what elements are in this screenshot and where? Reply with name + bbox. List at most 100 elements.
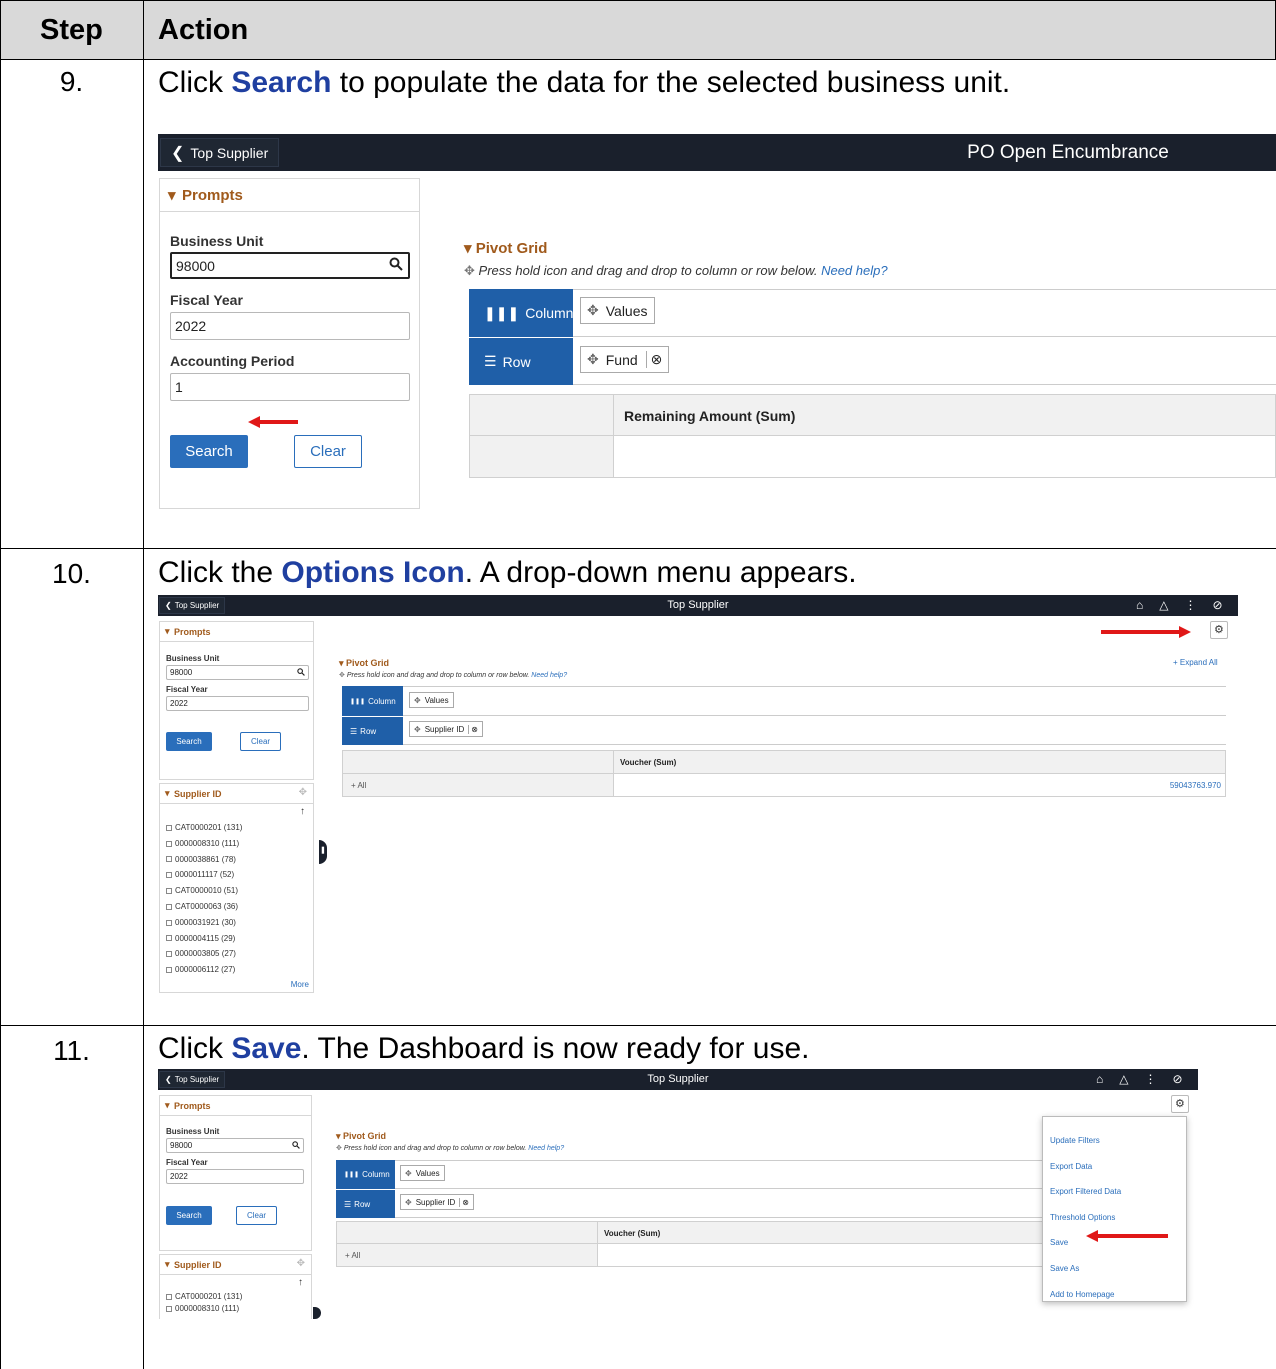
checkbox[interactable]: [166, 919, 172, 926]
menu-item-export-data[interactable]: Export Data: [1050, 1154, 1121, 1180]
checkbox[interactable]: [166, 888, 172, 895]
remove-circle-icon[interactable]: ⊗: [459, 1197, 469, 1207]
all-row-label[interactable]: + All: [351, 781, 366, 790]
values-chip[interactable]: ✥ Values: [409, 692, 454, 708]
checkbox[interactable]: [166, 856, 172, 863]
supplier-list-item[interactable]: 0000008310 (111): [166, 1303, 242, 1315]
menu-item-save-as[interactable]: Save As: [1050, 1256, 1121, 1282]
supplier-filter-header[interactable]: ▾ Supplier ID ✥: [160, 1255, 311, 1275]
need-help-link[interactable]: Need help?: [528, 1145, 564, 1152]
fiscal-year-input[interactable]: 2022: [166, 696, 309, 711]
supplier-list-item[interactable]: 0000011117 (52): [166, 867, 242, 883]
need-help-link[interactable]: Need help?: [531, 672, 567, 679]
supplier-list-item[interactable]: 0000031921 (30): [166, 915, 242, 931]
checkbox[interactable]: [166, 872, 172, 879]
pivot-grid-title[interactable]: ▾ Pivot Grid: [464, 239, 547, 257]
drag-handle-icon[interactable]: ✥: [299, 787, 307, 798]
remove-circle-icon[interactable]: ⊗: [468, 724, 478, 734]
fiscal-year-input[interactable]: 2022: [166, 1169, 304, 1184]
checkbox[interactable]: [166, 951, 172, 958]
supplier-id-chip[interactable]: ✥ Supplier ID ⊗: [409, 721, 483, 737]
search-icon[interactable]: [297, 668, 305, 678]
sort-icon[interactable]: ↑: [300, 806, 305, 817]
checkbox[interactable]: [166, 935, 172, 942]
menu-item-threshold-options[interactable]: Threshold Options: [1050, 1205, 1121, 1231]
supplier-list-item[interactable]: 0000008310 (111): [166, 836, 242, 852]
options-gear-button[interactable]: ⚙: [1171, 1095, 1189, 1113]
sort-icon[interactable]: ↑: [298, 1277, 303, 1288]
collapse-handle[interactable]: ❚: [319, 840, 327, 864]
drag-handle-icon[interactable]: ✥: [414, 725, 421, 734]
search-button[interactable]: Search: [170, 435, 248, 468]
more-link[interactable]: More: [291, 980, 309, 989]
bell-icon[interactable]: △: [1119, 1072, 1128, 1086]
drag-handle-icon[interactable]: ✥: [587, 351, 599, 368]
values-chip[interactable]: ✥ Values: [580, 297, 655, 324]
values-chip-label: Values: [605, 302, 648, 319]
options-gear-button[interactable]: ⚙: [1210, 621, 1228, 639]
values-chip[interactable]: ✥ Values: [400, 1165, 445, 1181]
pivot-grid-title[interactable]: ▾ Pivot Grid: [339, 658, 389, 669]
supplier-list-item[interactable]: 0000038861 (78): [166, 852, 242, 868]
supplier-list-item[interactable]: CAT0000063 (36): [166, 899, 242, 915]
table-row-cell[interactable]: + All: [342, 773, 614, 797]
home-icon[interactable]: ⌂: [1136, 598, 1143, 612]
bell-icon[interactable]: △: [1159, 598, 1168, 612]
business-unit-input[interactable]: 98000: [170, 252, 410, 279]
expand-all-link[interactable]: + Expand All: [1173, 658, 1218, 667]
clear-button[interactable]: Clear: [236, 1206, 277, 1225]
column-drop-row[interactable]: [342, 686, 1226, 716]
supplier-list-item[interactable]: 0000006112 (27): [166, 962, 242, 978]
supplier-id-chip[interactable]: ✥ Supplier ID ⊗: [400, 1194, 474, 1210]
drag-handle-icon[interactable]: ✥: [405, 1198, 412, 1207]
supplier-list-item[interactable]: CAT0000201 (131): [166, 820, 242, 836]
checkbox[interactable]: [166, 824, 172, 831]
prompts-header[interactable]: ▾ Prompts: [160, 622, 313, 642]
menu-item-export-filtered-data[interactable]: Export Filtered Data: [1050, 1179, 1121, 1205]
need-help-link[interactable]: Need help?: [821, 263, 888, 278]
business-unit-input[interactable]: 98000: [166, 665, 309, 680]
supplier-list-item[interactable]: 0000004115 (29): [166, 931, 242, 947]
circle-slash-icon[interactable]: ⊘: [1212, 598, 1222, 612]
remove-circle-icon[interactable]: ⊗: [645, 351, 662, 368]
all-row-label[interactable]: + All: [345, 1251, 360, 1260]
business-unit-input[interactable]: 98000: [166, 1138, 304, 1153]
menu-item-update-filters[interactable]: Update Filters: [1050, 1128, 1121, 1154]
supplier-list-item[interactable]: CAT0000010 (51): [166, 883, 242, 899]
drag-handle-icon[interactable]: ✥: [414, 696, 421, 705]
drag-handle-icon[interactable]: ✥: [405, 1169, 412, 1178]
back-button[interactable]: ❮ Top Supplier: [160, 138, 280, 167]
checkbox[interactable]: [166, 840, 172, 847]
back-button[interactable]: ❮ Top Supplier: [159, 1071, 226, 1088]
circle-slash-icon[interactable]: ⊘: [1172, 1072, 1182, 1086]
supplier-list-item[interactable]: CAT0000201 (131): [166, 1291, 242, 1303]
checkbox[interactable]: [166, 1305, 172, 1312]
pivot-grid-title[interactable]: ▾ Pivot Grid: [336, 1131, 386, 1142]
clear-button[interactable]: Clear: [294, 435, 362, 468]
table-row-cell[interactable]: + All: [336, 1243, 598, 1267]
fiscal-year-input[interactable]: 2022: [170, 312, 410, 340]
search-icon[interactable]: [389, 257, 403, 274]
home-icon[interactable]: ⌂: [1096, 1072, 1103, 1086]
accounting-period-input[interactable]: 1: [170, 373, 410, 401]
back-button[interactable]: ❮ Top Supplier: [159, 597, 226, 614]
kebab-menu-icon[interactable]: ⋮: [1184, 598, 1196, 612]
drag-handle-icon[interactable]: ✥: [587, 302, 599, 319]
search-icon[interactable]: [292, 1141, 300, 1151]
search-button[interactable]: Search: [166, 1206, 212, 1225]
checkbox[interactable]: [166, 1293, 172, 1300]
supplier-list-item[interactable]: 0000003805 (27): [166, 946, 242, 962]
menu-item-add-to-homepage[interactable]: Add to Homepage: [1050, 1282, 1121, 1308]
clear-button[interactable]: Clear: [240, 732, 281, 751]
supplier-filter-header[interactable]: ▾ Supplier ID ✥: [160, 784, 313, 804]
prompts-header[interactable]: ▾ Prompts: [160, 1096, 311, 1116]
prompts-header[interactable]: ▾ Prompts: [160, 179, 419, 212]
drag-handle-icon[interactable]: ✥: [297, 1258, 305, 1269]
voucher-total-value[interactable]: 59043763.970: [1170, 781, 1221, 790]
checkbox[interactable]: [166, 967, 172, 974]
search-button[interactable]: Search: [166, 732, 212, 751]
fund-chip[interactable]: ✥ Fund ⊗: [580, 346, 670, 373]
kebab-menu-icon[interactable]: ⋮: [1144, 1072, 1156, 1086]
checkbox[interactable]: [166, 903, 172, 910]
collapse-handle[interactable]: [313, 1307, 321, 1319]
